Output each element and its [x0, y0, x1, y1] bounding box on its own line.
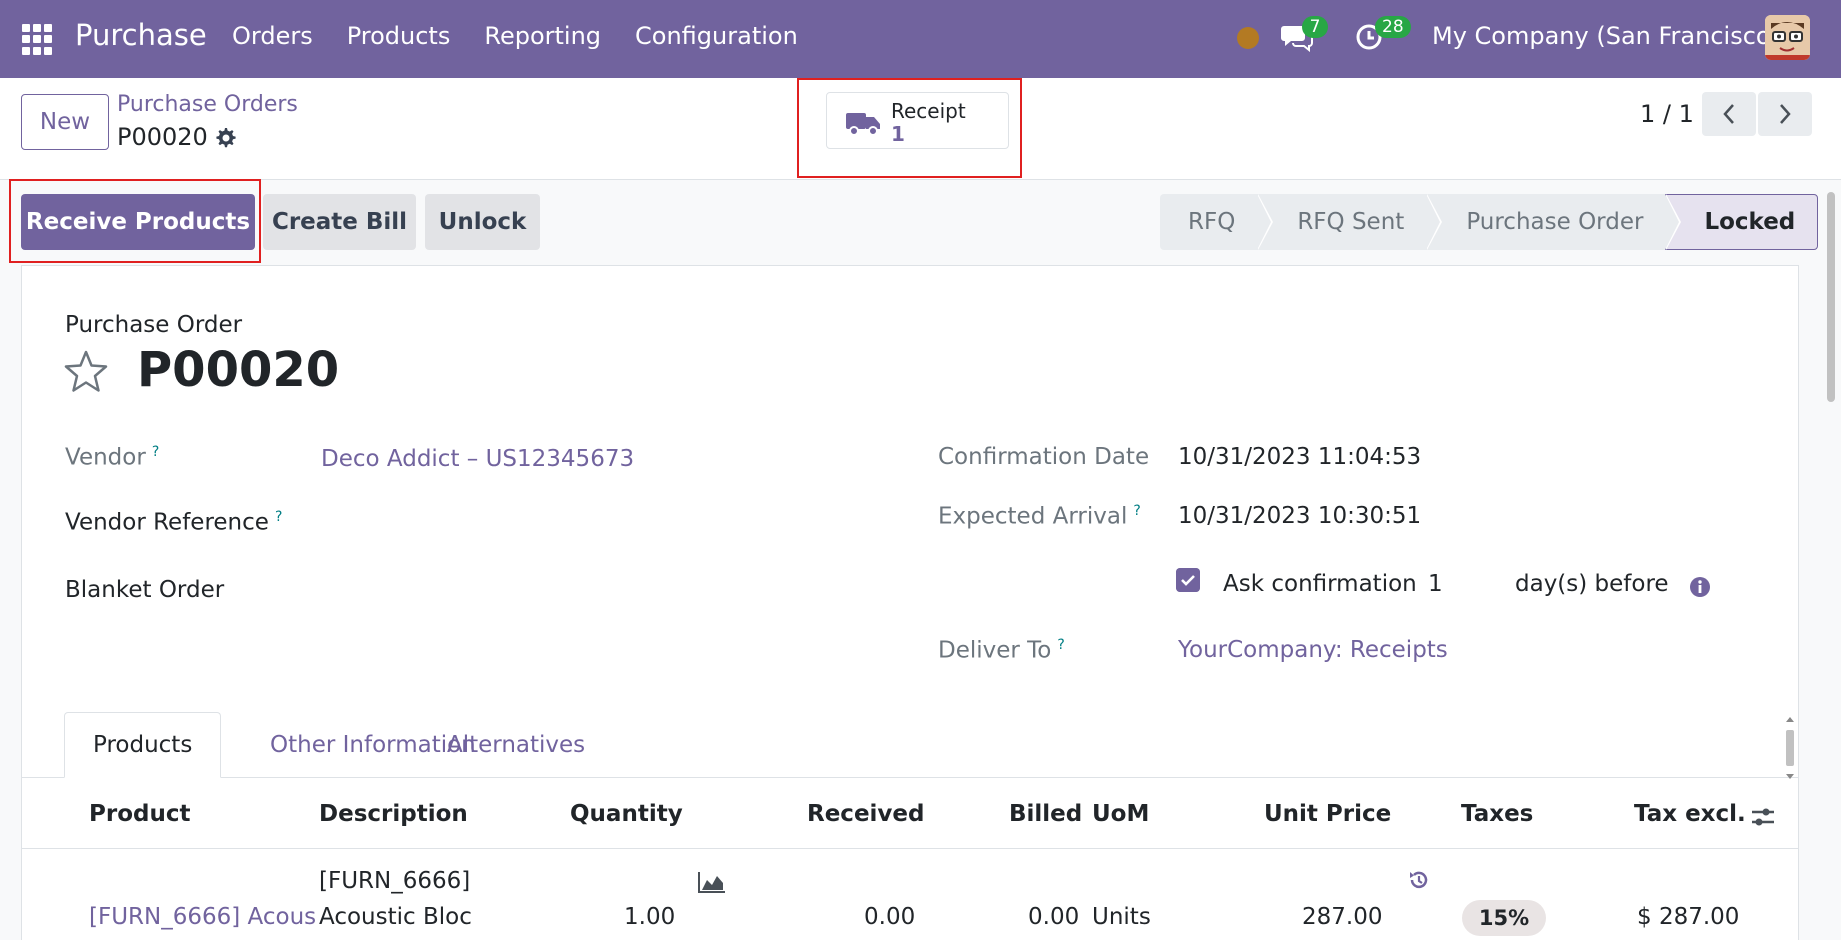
column-taxes[interactable]: Taxes — [1461, 801, 1533, 827]
star-icon[interactable] — [62, 348, 110, 396]
ask-confirmation-label: Ask confirmation — [1223, 571, 1417, 597]
deliver-to-field[interactable]: YourCompany: Receipts — [1178, 637, 1448, 663]
breadcrumb-current: P00020 — [117, 123, 208, 151]
vendor-label: Vendor? — [65, 444, 160, 471]
receipt-smart-button[interactable]: Receipt 1 — [826, 92, 1009, 149]
menu-configuration[interactable]: Configuration — [635, 22, 798, 50]
company-switcher[interactable]: My Company (San Francisco) — [1432, 22, 1780, 50]
status-bar: RFQ RFQ Sent Purchase Order Locked — [1160, 194, 1819, 250]
ask-confirmation-checkbox[interactable] — [1176, 568, 1200, 592]
pager-next-button[interactable] — [1758, 92, 1812, 136]
column-description[interactable]: Description — [319, 801, 468, 827]
blanket-order-label: Blanket Order — [65, 577, 225, 603]
row-description-line1[interactable]: [FURN_6666] — [319, 868, 470, 894]
stage-purchase-order[interactable]: Purchase Order — [1426, 194, 1682, 250]
vendor-reference-label: Vendor Reference? — [65, 509, 283, 536]
confirmation-date-label: Confirmation Date — [938, 444, 1150, 470]
document-name: P00020 — [137, 342, 340, 398]
row-billed: 0.00 — [1028, 904, 1080, 930]
row-received: 0.00 — [864, 904, 916, 930]
days-before-label: day(s) before — [1515, 571, 1669, 597]
row-tax-excl: $ 287.00 — [1637, 904, 1740, 930]
column-received[interactable]: Received — [807, 801, 924, 827]
row-quantity[interactable]: 1.00 — [624, 904, 675, 930]
column-quantity[interactable]: Quantity — [570, 801, 683, 827]
tab-products[interactable]: Products — [64, 712, 222, 778]
app-name[interactable]: Purchase — [75, 18, 207, 52]
control-panel: New Purchase Orders P00020 Receipt 1 1 /… — [0, 78, 1841, 180]
chevron-left-icon — [1723, 104, 1734, 124]
column-billed[interactable]: Billed — [1009, 801, 1082, 827]
vendor-field[interactable]: Deco Addict – US12345673 — [321, 446, 634, 472]
row-product[interactable]: [FURN_6666] Acous — [89, 904, 316, 930]
column-settings-icon[interactable] — [1750, 804, 1776, 830]
page-scrollbar[interactable] — [1825, 182, 1837, 940]
new-button[interactable]: New — [21, 94, 109, 150]
user-avatar[interactable] — [1765, 15, 1810, 60]
create-bill-button[interactable]: Create Bill — [263, 194, 416, 250]
row-description-line2[interactable]: Acoustic Bloc — [319, 904, 472, 930]
column-unit-price[interactable]: Unit Price — [1264, 801, 1391, 827]
menu-orders[interactable]: Orders — [232, 22, 313, 50]
top-navbar: Purchase Orders Products Reporting Confi… — [0, 0, 1841, 78]
tabs-scrollbar[interactable] — [1784, 716, 1796, 780]
pager-previous-button[interactable] — [1702, 92, 1756, 136]
receipt-count: 1 — [891, 122, 905, 146]
receive-products-button[interactable]: Receive Products — [21, 194, 255, 250]
chevron-right-icon — [1780, 104, 1791, 124]
expected-arrival-label: Expected Arrival? — [938, 503, 1141, 530]
activity-count-badge: 28 — [1375, 16, 1411, 38]
breadcrumb-parent[interactable]: Purchase Orders — [117, 92, 298, 117]
gear-icon[interactable] — [213, 126, 237, 150]
forecast-chart-icon[interactable] — [698, 871, 726, 893]
column-product[interactable]: Product — [89, 801, 190, 827]
tab-alternatives[interactable]: Alternatives — [419, 712, 613, 778]
notebook-tabs: Products Other Information Alternatives — [22, 712, 1798, 778]
apps-menu-icon[interactable] — [22, 24, 53, 55]
document-type-label: Purchase Order — [65, 312, 243, 338]
deliver-to-label: Deliver To? — [938, 637, 1065, 664]
page-scrollbar-thumb[interactable] — [1827, 192, 1835, 402]
unlock-button[interactable]: Unlock — [425, 194, 540, 250]
deliver-to-help-icon[interactable]: ? — [1057, 637, 1064, 653]
column-uom[interactable]: UoM — [1092, 801, 1149, 827]
blanket-order-field[interactable] — [321, 577, 881, 607]
ask-confirmation-days-field[interactable]: 1 — [1428, 571, 1443, 597]
truck-icon — [846, 113, 880, 136]
expected-arrival-field[interactable]: 10/31/2023 10:30:51 — [1178, 503, 1421, 529]
stage-locked[interactable]: Locked — [1665, 194, 1819, 250]
info-icon[interactable] — [1689, 576, 1711, 598]
table-header-divider — [22, 848, 1798, 849]
pager-value[interactable]: 1 / 1 — [1640, 100, 1694, 128]
menu-products[interactable]: Products — [347, 22, 451, 50]
column-tax-excl[interactable]: Tax excl. — [1634, 801, 1746, 827]
vendor-help-icon[interactable]: ? — [152, 444, 159, 460]
stage-rfq-sent[interactable]: RFQ Sent — [1257, 194, 1443, 250]
menu-reporting[interactable]: Reporting — [484, 22, 601, 50]
row-unit-price[interactable]: 287.00 — [1302, 904, 1382, 930]
stage-rfq[interactable]: RFQ — [1160, 194, 1274, 250]
receipt-label: Receipt — [891, 99, 966, 123]
vendor-reference-field[interactable] — [321, 509, 881, 539]
chat-count-badge: 7 — [1302, 16, 1328, 38]
main-menu: Orders Products Reporting Configuration — [232, 22, 832, 50]
row-uom[interactable]: Units — [1092, 904, 1151, 930]
user-status-dot[interactable] — [1237, 27, 1259, 49]
vendor-reference-help-icon[interactable]: ? — [275, 509, 282, 525]
price-history-icon[interactable] — [1407, 868, 1431, 892]
confirmation-date-field[interactable]: 10/31/2023 11:04:53 — [1178, 444, 1421, 470]
form-sheet: Purchase Order P00020 Vendor? Deco Addic… — [21, 265, 1799, 940]
expected-arrival-help-icon[interactable]: ? — [1133, 503, 1140, 519]
row-tax-badge[interactable]: 15% — [1462, 900, 1546, 936]
